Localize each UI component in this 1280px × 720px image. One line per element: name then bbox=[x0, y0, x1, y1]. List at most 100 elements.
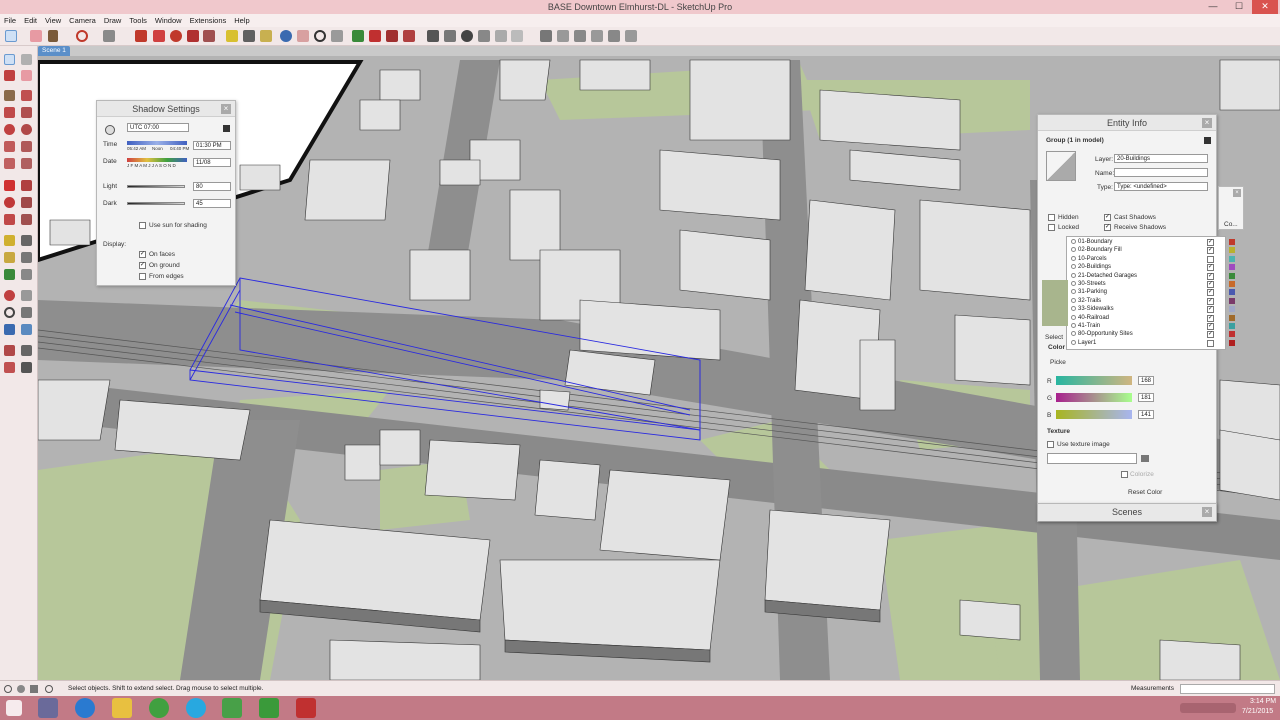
top-view-icon[interactable] bbox=[557, 30, 569, 42]
select-icon[interactable] bbox=[4, 54, 15, 65]
layer-color-swatch[interactable] bbox=[1229, 272, 1235, 279]
layer-radio[interactable] bbox=[1071, 272, 1076, 278]
layer-visible-checkbox[interactable]: ✓ bbox=[1207, 331, 1214, 339]
light-slider[interactable] bbox=[127, 185, 185, 188]
reset-color-button[interactable]: Reset Color bbox=[1128, 489, 1162, 496]
layer-row[interactable]: 41-Train bbox=[1071, 322, 1100, 330]
g-field[interactable]: 181 bbox=[1138, 393, 1154, 402]
materials-icon[interactable] bbox=[369, 30, 381, 42]
text-icon[interactable] bbox=[21, 252, 32, 263]
collapsed-panel-close-button[interactable]: × bbox=[1233, 189, 1241, 197]
info-icon[interactable] bbox=[4, 685, 12, 693]
layer-color-swatch[interactable] bbox=[1229, 264, 1235, 271]
layer-visible-checkbox[interactable] bbox=[1207, 339, 1214, 347]
layer-visible-checkbox[interactable]: ✓ bbox=[1207, 323, 1214, 330]
use-texture-checkbox[interactable] bbox=[1047, 441, 1054, 448]
menu-help[interactable]: Help bbox=[230, 14, 253, 27]
shaded-icon[interactable] bbox=[461, 30, 473, 42]
walk-icon[interactable] bbox=[4, 362, 15, 373]
layer-row[interactable]: 10-Parcels bbox=[1071, 255, 1107, 263]
file-explorer-icon[interactable] bbox=[112, 698, 132, 718]
layer-row[interactable]: 33-Sidewalks bbox=[1071, 305, 1114, 313]
extension-icon[interactable] bbox=[403, 30, 415, 42]
three-point-arc-icon[interactable] bbox=[4, 158, 15, 169]
make-component-icon[interactable] bbox=[21, 54, 32, 65]
iso-view-icon[interactable] bbox=[540, 30, 552, 42]
layer-radio[interactable] bbox=[1071, 314, 1076, 320]
menu-window[interactable]: Window bbox=[151, 14, 186, 27]
scenes-header[interactable]: Scenes × bbox=[1038, 504, 1216, 521]
expand-icon[interactable] bbox=[1204, 137, 1211, 144]
layer-visible-checkbox[interactable]: ✓ bbox=[1207, 289, 1214, 297]
layer-radio[interactable] bbox=[1071, 331, 1076, 337]
layer-row[interactable]: 20-Buildings bbox=[1071, 263, 1111, 271]
layer-color-swatch[interactable] bbox=[1229, 281, 1235, 287]
help-icon[interactable] bbox=[45, 685, 53, 693]
b-field[interactable]: 141 bbox=[1138, 410, 1154, 419]
date-slider[interactable] bbox=[127, 158, 187, 162]
light-field[interactable]: 80 bbox=[193, 182, 231, 191]
orbit-icon[interactable] bbox=[280, 30, 292, 42]
layer-color-swatch[interactable] bbox=[1229, 289, 1235, 296]
timezone-select[interactable]: UTC 07:00 bbox=[127, 123, 189, 132]
layer-visible-checkbox[interactable]: ✓ bbox=[1207, 247, 1214, 255]
monochrome-icon[interactable] bbox=[495, 30, 507, 42]
menu-file[interactable]: File bbox=[0, 14, 20, 27]
from-edges-checkbox[interactable] bbox=[139, 273, 146, 280]
menu-tools[interactable]: Tools bbox=[125, 14, 151, 27]
pie-icon[interactable] bbox=[21, 158, 32, 169]
layer-color-swatch[interactable] bbox=[1229, 331, 1235, 338]
orbit-icon[interactable] bbox=[4, 290, 15, 301]
locked-checkbox[interactable] bbox=[1048, 224, 1055, 231]
expand-icon[interactable] bbox=[223, 125, 230, 132]
textured-icon[interactable] bbox=[478, 30, 490, 42]
follow-me-icon[interactable] bbox=[21, 197, 32, 208]
date-field[interactable]: 11/08 bbox=[193, 158, 231, 167]
system-icon[interactable] bbox=[38, 698, 58, 718]
paint-bucket-icon[interactable] bbox=[4, 70, 15, 81]
shadow-settings-header[interactable]: Shadow Settings × bbox=[97, 101, 235, 117]
select-tab[interactable]: Select bbox=[1045, 334, 1063, 341]
clock-time[interactable]: 3:14 PM bbox=[1250, 698, 1276, 705]
layer-visible-checkbox[interactable]: ✓ bbox=[1207, 297, 1214, 305]
protractor-icon[interactable] bbox=[4, 252, 15, 263]
polygon-icon[interactable] bbox=[21, 124, 32, 135]
r-field[interactable]: 168 bbox=[1138, 376, 1154, 385]
layer-color-swatch[interactable] bbox=[1229, 306, 1235, 313]
cast-shadows-checkbox[interactable]: ✓ bbox=[1104, 214, 1111, 221]
r-slider[interactable] bbox=[1056, 376, 1132, 385]
layer-color-swatch[interactable] bbox=[1229, 323, 1235, 329]
use-sun-checkbox[interactable] bbox=[139, 222, 146, 229]
right-view-icon[interactable] bbox=[591, 30, 603, 42]
layer-color-swatch[interactable] bbox=[1229, 297, 1235, 304]
shadow-toggle-icon[interactable] bbox=[105, 125, 115, 135]
shadow-settings-close-button[interactable]: × bbox=[221, 104, 231, 114]
move-icon[interactable] bbox=[153, 30, 165, 42]
push-pull-icon[interactable] bbox=[21, 180, 32, 191]
offset-icon[interactable] bbox=[21, 214, 32, 225]
colorize-checkbox[interactable] bbox=[1121, 471, 1128, 478]
type-select[interactable]: Type: <undefined> bbox=[1114, 182, 1208, 191]
tape-measure-icon[interactable] bbox=[226, 30, 238, 42]
layer-row[interactable]: 40-Railroad bbox=[1071, 314, 1109, 322]
time-slider[interactable] bbox=[127, 141, 187, 145]
layer-row[interactable]: 32-Trails bbox=[1071, 297, 1101, 305]
entity-info-close-button[interactable]: × bbox=[1202, 118, 1212, 128]
rotated-rectangle-icon[interactable] bbox=[21, 107, 32, 118]
pan-icon[interactable] bbox=[21, 290, 32, 301]
look-around-icon[interactable] bbox=[21, 345, 32, 356]
layer-radio[interactable] bbox=[1071, 280, 1076, 286]
circle-icon[interactable] bbox=[4, 124, 15, 135]
layer-visible-checkbox[interactable]: ✓ bbox=[1207, 281, 1214, 288]
b-slider[interactable] bbox=[1056, 410, 1132, 419]
collapsed-panel-tab[interactable]: Co... × bbox=[1218, 186, 1244, 230]
layer-row[interactable]: Layer1 bbox=[1071, 339, 1096, 347]
layer-row[interactable]: 21-Detached Garages bbox=[1071, 272, 1137, 280]
layer-visible-checkbox[interactable] bbox=[1207, 255, 1214, 263]
shape-icon[interactable] bbox=[103, 30, 115, 42]
freehand-icon[interactable] bbox=[21, 90, 32, 101]
xray-icon[interactable] bbox=[427, 30, 439, 42]
zoom-window-icon[interactable] bbox=[21, 307, 32, 318]
layer-radio[interactable] bbox=[1071, 289, 1076, 295]
windows-start-icon[interactable] bbox=[6, 700, 22, 716]
